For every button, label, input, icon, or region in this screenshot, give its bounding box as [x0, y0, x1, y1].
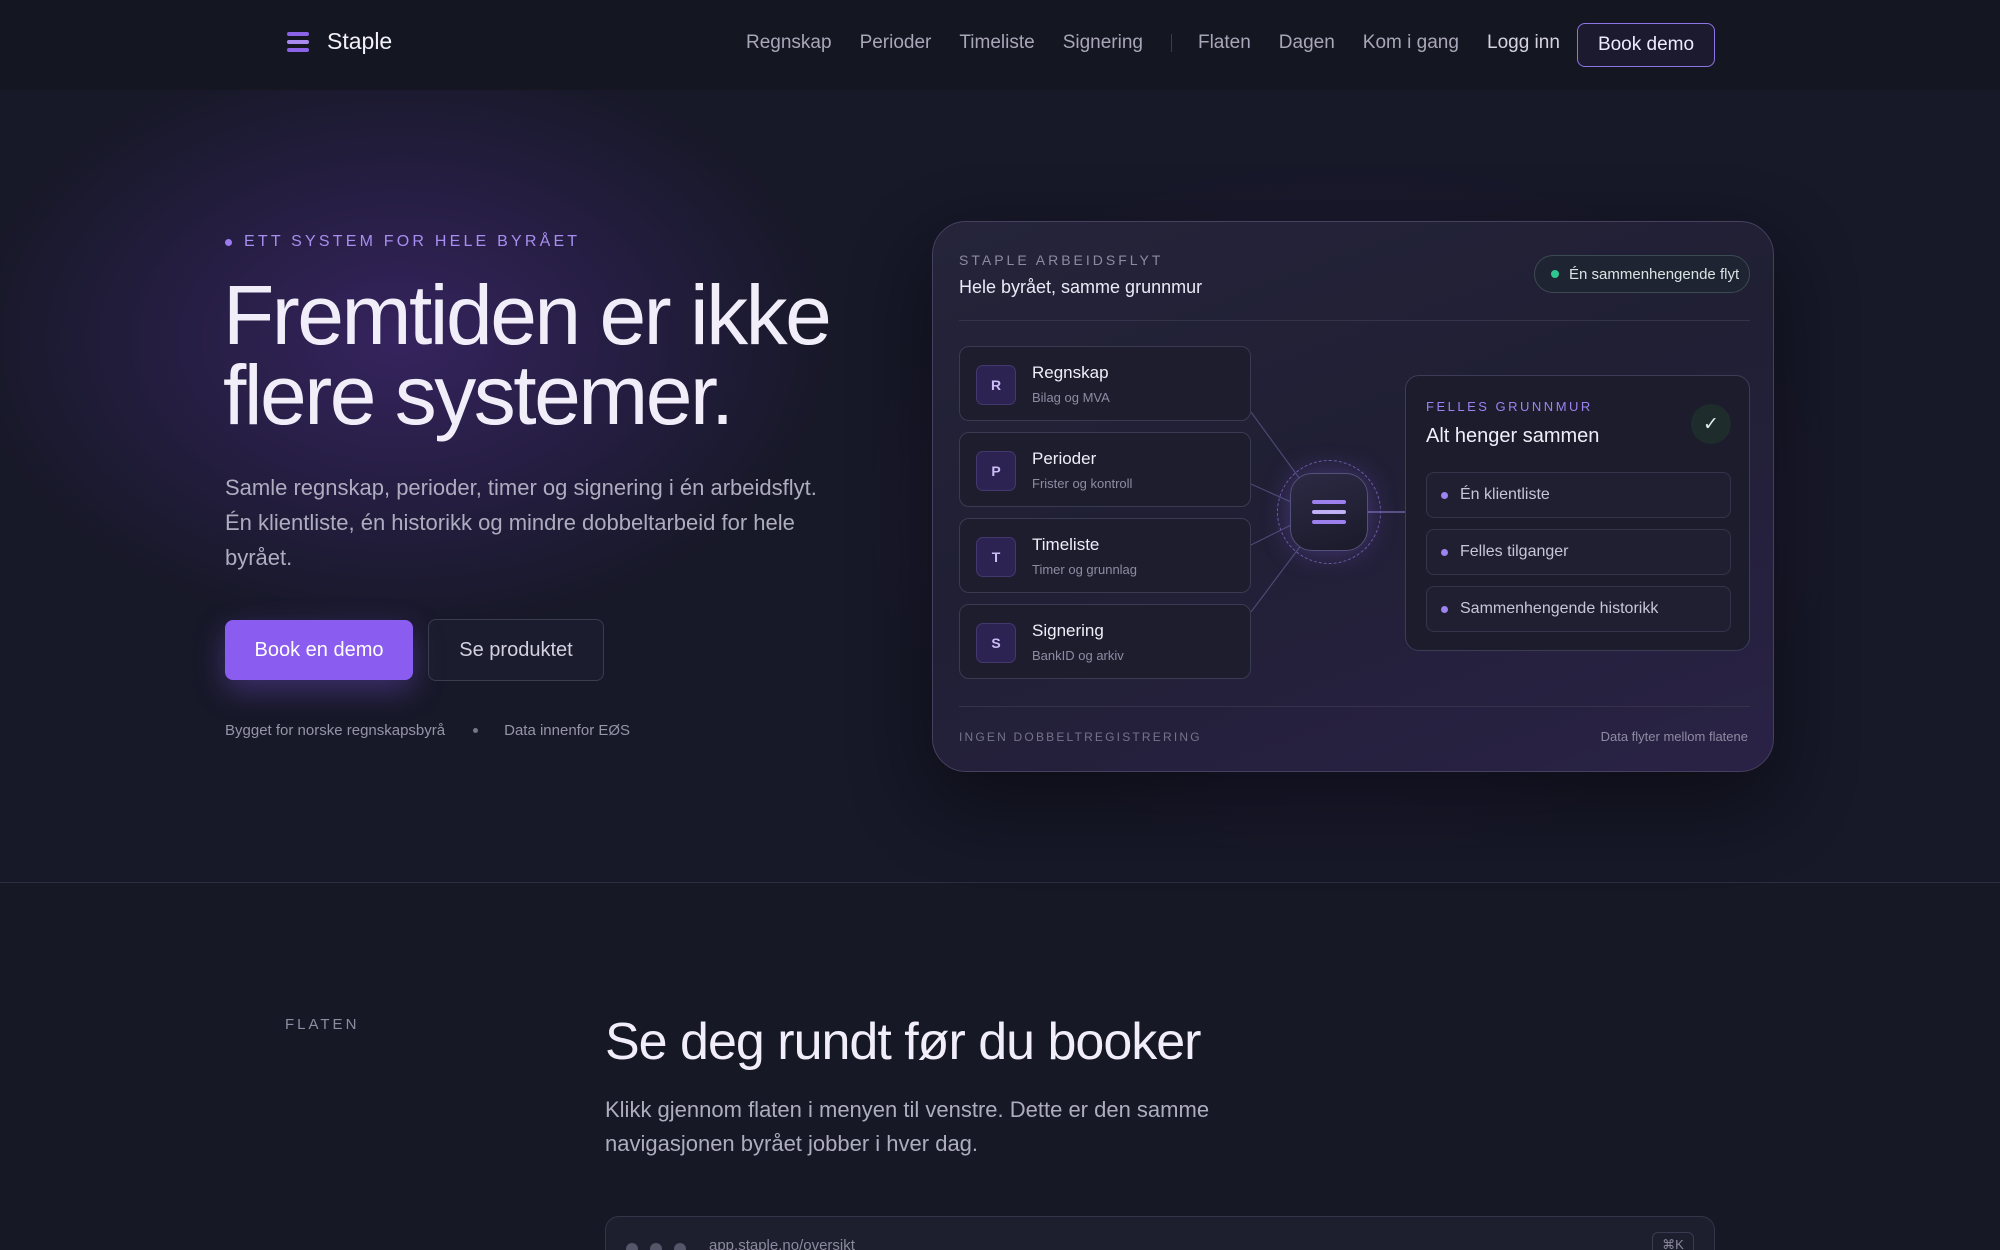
window-dot-icon [650, 1243, 662, 1250]
hero-title: Fremtiden er ikke flere systemer. [223, 268, 832, 442]
workflow-card: STAPLE ARBEIDSFLYT Hele byrået, samme gr… [932, 221, 1774, 772]
section-label: FLATEN [285, 1016, 360, 1033]
nav-link-kom-i-gang[interactable]: Kom i gang [1363, 32, 1459, 54]
nav-divider [1170, 34, 1172, 52]
hero-eyebrow-text: ETT SYSTEM FOR HELE BYRÅET [244, 233, 581, 250]
login-link[interactable]: Logg inn [1487, 32, 1560, 54]
section-title: Se deg rundt før du booker [605, 1013, 1201, 1071]
hub-stack-icon [1290, 473, 1368, 551]
module-name: Signering [1032, 621, 1104, 640]
module-subtitle: BankID og arkiv [1032, 648, 1124, 663]
panel-item-label: Sammenhengende historikk [1460, 600, 1659, 617]
card-footer-divider [959, 706, 1750, 707]
brand-name: Staple [327, 28, 393, 54]
panel-item-klientliste: Én klientliste [1426, 472, 1731, 518]
nav-link-timeliste[interactable]: Timeliste [959, 32, 1034, 54]
checkmark-icon: ✓ [1691, 404, 1731, 444]
panel-title: Alt henger sammen [1426, 425, 1600, 447]
section-description: Klikk gjennom flaten i menyen til venstr… [605, 1097, 1210, 1156]
browser-preview: app.staple.no/oversikt ⌘K [605, 1216, 1715, 1250]
trust-item-eos: Data innenfor EØS [504, 722, 631, 739]
command-shortcut[interactable]: ⌘K [1652, 1232, 1694, 1250]
module-perioder[interactable]: P Perioder Frister og kontroll [959, 432, 1251, 507]
module-timeliste[interactable]: T Timeliste Timer og grunnlag [959, 518, 1251, 593]
module-badge: S [976, 623, 1016, 663]
panel-item-historikk: Sammenhengende historikk [1426, 586, 1731, 632]
bullet-dot-icon [1441, 548, 1448, 556]
book-demo-button[interactable]: Book demo [1577, 23, 1715, 67]
module-subtitle: Frister og kontroll [1032, 476, 1133, 491]
nav-link-dagen[interactable]: Dagen [1279, 32, 1335, 54]
top-nav: Staple Regnskap Perioder Timeliste Signe… [0, 0, 2000, 90]
panel-item-label: Én klientliste [1460, 486, 1550, 503]
trust-separator [473, 728, 479, 733]
trust-row: Bygget for norske regnskapsbyrå Data inn… [225, 722, 630, 739]
nav-link-perioder[interactable]: Perioder [860, 32, 932, 54]
nav-links: Regnskap Perioder Timeliste Signering Fl… [746, 32, 1487, 54]
panel-eyebrow: FELLES GRUNNMUR [1426, 399, 1593, 414]
module-badge: R [976, 365, 1016, 405]
eyebrow-dot [225, 238, 232, 246]
card-footer-note: Data flyter mellom flatene [1600, 729, 1748, 744]
module-regnskap[interactable]: R Regnskap Bilag og MVA [959, 346, 1251, 421]
card-footer-label: INGEN DOBBELTREGISTRERING [959, 730, 1202, 744]
hero-eyebrow: ETT SYSTEM FOR HELE BYRÅET [225, 233, 580, 251]
module-signering[interactable]: S Signering BankID og arkiv [959, 604, 1251, 679]
window-dot-icon [674, 1243, 686, 1250]
browser-url: app.staple.no/oversikt [709, 1237, 855, 1250]
window-dot-icon [626, 1243, 638, 1250]
module-subtitle: Timer og grunnlag [1032, 562, 1138, 577]
module-name: Timeliste [1032, 535, 1100, 554]
se-produktet-button[interactable]: Se produktet [428, 619, 604, 681]
bullet-dot-icon [1441, 605, 1448, 613]
bullet-dot-icon [1441, 491, 1448, 499]
module-badge: P [976, 451, 1016, 491]
module-subtitle: Bilag og MVA [1032, 390, 1110, 405]
module-badge: T [976, 537, 1016, 577]
stack-icon [287, 31, 309, 52]
module-name: Regnskap [1032, 363, 1109, 382]
book-en-demo-button[interactable]: Book en demo [225, 620, 413, 680]
nav-link-signering[interactable]: Signering [1063, 32, 1143, 54]
brand-logo[interactable]: Staple [287, 28, 392, 55]
panel-item-label: Felles tilganger [1460, 543, 1569, 560]
common-foundation-panel: FELLES GRUNNMUR Alt henger sammen ✓ Én k… [1405, 375, 1750, 651]
trust-item-norske-byra: Bygget for norske regnskapsbyrå [225, 722, 446, 739]
nav-link-regnskap[interactable]: Regnskap [746, 32, 832, 54]
module-name: Perioder [1032, 449, 1097, 468]
nav-link-flaten[interactable]: Flaten [1198, 32, 1251, 54]
panel-item-tilganger: Felles tilganger [1426, 529, 1731, 575]
hero-description: Samle regnskap, perioder, timer og signe… [225, 475, 817, 570]
